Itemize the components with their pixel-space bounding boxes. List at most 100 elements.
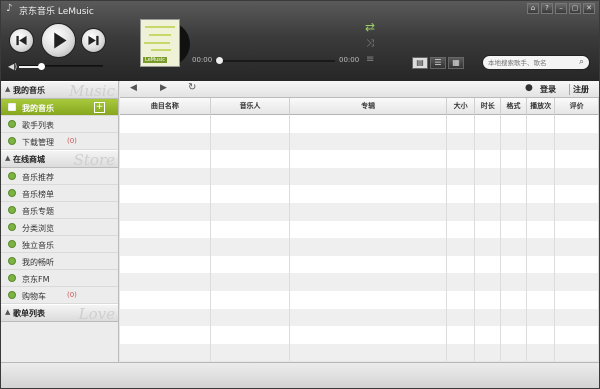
volume-slider[interactable] <box>19 63 103 70</box>
table-row[interactable] <box>120 273 599 291</box>
sidebar-item-topics[interactable]: 音乐专题 <box>1 202 118 219</box>
sidebar-item-unlimited[interactable]: 我的畅听 <box>1 253 118 270</box>
section-header-store[interactable]: ▲ 在线商城 Store <box>1 150 118 169</box>
column-header[interactable]: 时长 <box>475 98 502 115</box>
table-cell <box>120 185 211 203</box>
download-count-badge: (0) <box>67 137 77 145</box>
table-row[interactable] <box>120 132 599 151</box>
table-cell <box>290 290 447 309</box>
section-header-playlists[interactable]: ▲ 歌单列表 Love <box>1 304 118 323</box>
sidebar-item-downloads[interactable]: 下载管理 (0) <box>1 133 118 150</box>
help-icon[interactable]: ? <box>541 3 553 14</box>
table-row[interactable] <box>120 308 599 327</box>
table-cell <box>527 343 556 362</box>
login-link[interactable]: 登录 <box>540 84 556 95</box>
sidebar-item-indie[interactable]: 独立音乐 <box>1 236 118 253</box>
table-cell <box>447 308 476 327</box>
table-cell <box>555 202 599 221</box>
table-cell <box>501 132 527 151</box>
sidebar-item-recommend[interactable]: 音乐推荐 <box>1 168 118 185</box>
column-header[interactable]: 曲目名称 <box>120 98 211 115</box>
home-icon[interactable]: ⌂ <box>527 3 539 14</box>
sidebar-item-fm[interactable]: 京东FM <box>1 270 118 287</box>
table-cell <box>447 115 476 133</box>
table-cell <box>527 238 556 256</box>
refresh-icon[interactable]: ↻ <box>188 82 196 93</box>
section-header-my-music[interactable]: ▲ 我的音乐 Music <box>1 81 118 100</box>
column-header[interactable]: 大小 <box>447 98 476 115</box>
next-track-button[interactable] <box>81 28 106 53</box>
sidebar-item-categories[interactable]: 分类浏览 <box>1 219 118 236</box>
table-cell <box>555 115 599 133</box>
table-cell <box>475 238 502 256</box>
search-icon[interactable]: ⌕ <box>579 57 584 67</box>
sidebar-item-label: 音乐榜单 <box>22 190 54 199</box>
table-cell <box>527 167 556 186</box>
table-row[interactable] <box>120 238 599 256</box>
table-cell <box>211 326 291 344</box>
sidebar-item-my-music[interactable]: 我的音乐 + <box>1 99 118 116</box>
table-cell <box>475 326 502 344</box>
table-cell <box>447 326 476 344</box>
table-row[interactable] <box>120 185 599 203</box>
forward-icon[interactable]: ▶ <box>160 83 167 93</box>
playlist-mode-icon[interactable]: ≡ <box>366 54 374 65</box>
table-cell <box>501 202 527 221</box>
grid-view-icon[interactable]: ▦ <box>448 57 464 69</box>
column-header[interactable]: 专辑 <box>290 98 447 115</box>
add-playlist-button[interactable]: + <box>94 102 105 113</box>
column-header[interactable]: 格式 <box>501 98 527 115</box>
table-row[interactable] <box>120 115 599 133</box>
list-view-icon[interactable]: ▤ <box>412 57 428 69</box>
table-cell <box>501 308 527 327</box>
table-cell <box>475 220 502 239</box>
search-input[interactable] <box>488 58 572 68</box>
back-icon[interactable]: ◀ <box>130 83 137 93</box>
download-icon <box>8 137 16 145</box>
previous-track-button[interactable] <box>9 28 34 53</box>
section-watermark: Music <box>69 82 115 100</box>
music-note-icon: ♪ <box>6 3 13 14</box>
sidebar-item-charts[interactable]: 音乐榜单 <box>1 185 118 202</box>
album-art[interactable]: LeMusic <box>132 19 191 69</box>
table-row[interactable] <box>120 255 599 274</box>
detail-view-icon[interactable]: ☰ <box>430 57 446 69</box>
restore-icon[interactable]: ▢ <box>569 3 581 14</box>
table-cell <box>447 255 476 274</box>
sidebar-item-artists[interactable]: 歌手列表 <box>1 116 118 133</box>
status-bar <box>1 362 599 388</box>
progress-slider[interactable] <box>215 57 335 64</box>
next-icon <box>88 35 99 46</box>
volume-icon[interactable]: ◀) <box>8 62 17 71</box>
table-row[interactable] <box>120 290 599 309</box>
table-row[interactable] <box>120 326 599 344</box>
table-cell <box>447 167 476 186</box>
column-header[interactable]: 音乐人 <box>211 98 291 115</box>
table-row[interactable] <box>120 150 599 168</box>
volume-knob[interactable] <box>37 63 45 70</box>
table-cell <box>475 308 502 327</box>
table-cell <box>290 238 447 256</box>
table-cell <box>527 326 556 344</box>
progress-knob[interactable] <box>215 57 223 64</box>
table-row[interactable] <box>120 202 599 221</box>
close-icon[interactable]: ✕ <box>583 3 595 14</box>
repeat-icon[interactable]: ⇄ <box>365 20 375 34</box>
column-header[interactable]: 评价 <box>555 98 599 115</box>
table-row[interactable] <box>120 167 599 186</box>
play-button[interactable] <box>41 23 76 58</box>
table-cell <box>211 150 291 168</box>
table-cell <box>475 255 502 274</box>
table-cell <box>447 220 476 239</box>
column-header[interactable]: 播放次数 <box>527 98 556 127</box>
artist-icon <box>8 120 16 128</box>
sidebar-item-cart[interactable]: 购物车 (0) <box>1 287 118 304</box>
minimize-icon[interactable]: – <box>555 3 567 14</box>
table-row[interactable] <box>120 343 599 362</box>
shuffle-icon[interactable]: ⤨ <box>366 38 374 49</box>
table-cell <box>527 220 556 239</box>
table-row[interactable] <box>120 220 599 239</box>
register-link[interactable]: 注册 <box>569 84 589 95</box>
table-cell <box>290 220 447 239</box>
song-table-body <box>120 115 599 362</box>
